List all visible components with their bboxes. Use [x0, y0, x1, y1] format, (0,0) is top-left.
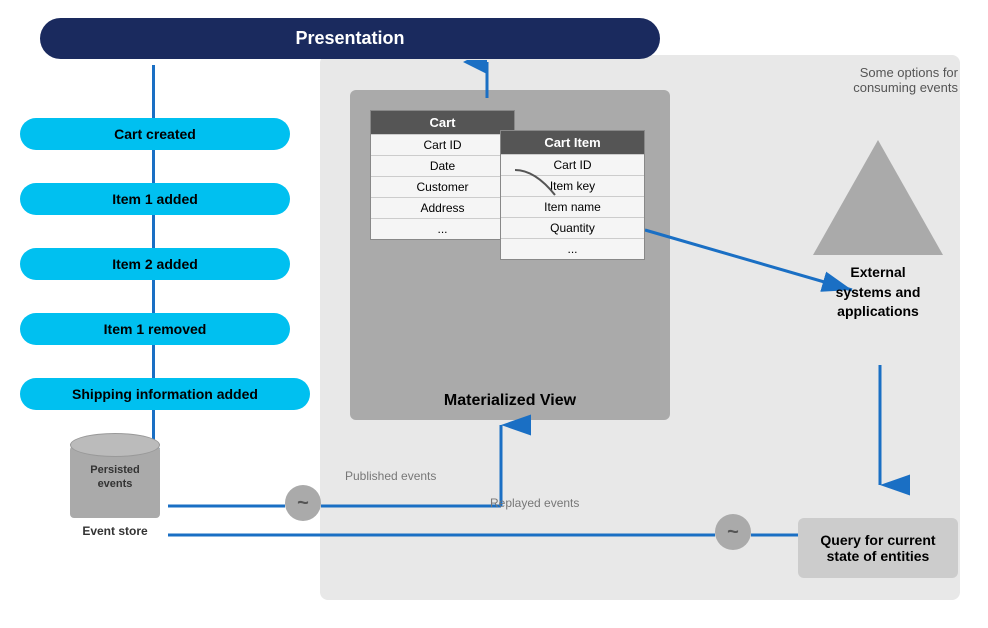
- query-box: Query for current state of entities: [798, 518, 958, 578]
- presentation-bar: Presentation: [40, 18, 660, 59]
- cart-table: Cart Cart ID Date Customer Address ...: [370, 110, 515, 240]
- mv-label: Materialized View: [350, 392, 670, 410]
- cart-row-dots: ...: [371, 218, 514, 239]
- cart-join-line: [510, 165, 560, 205]
- event-cart-created: Cart created: [20, 118, 290, 150]
- external-systems-triangle: [813, 140, 943, 255]
- event-shipping-added: Shipping information added: [20, 378, 310, 410]
- cart-row-address: Address: [371, 197, 514, 218]
- replayed-events-label: Replayed events: [490, 496, 579, 510]
- event-item1-added: Item 1 added: [20, 183, 290, 215]
- external-systems-label: Externalsystems andapplications: [813, 263, 943, 322]
- event-item2-added: Item 2 added: [20, 248, 290, 280]
- cart-table-header: Cart: [371, 111, 514, 134]
- arrow-up-to-presentation: [462, 60, 512, 100]
- cart-row-cartid: Cart ID: [371, 134, 514, 155]
- presentation-label: Presentation: [295, 28, 404, 48]
- event-store-label: Event store: [70, 524, 160, 538]
- wave-circle-1: ~: [285, 485, 321, 521]
- wave-circle-2: ~: [715, 514, 751, 550]
- published-events-label: Published events: [345, 469, 436, 483]
- diagram-container: Presentation Some options forconsuming e…: [0, 0, 988, 628]
- cart-item-table-header: Cart Item: [501, 131, 644, 154]
- cart-row-customer: Customer: [371, 176, 514, 197]
- event-item1-removed: Item 1 removed: [20, 313, 290, 345]
- cart-item-row-quantity: Quantity: [501, 217, 644, 238]
- external-systems-container: Externalsystems andapplications: [813, 140, 943, 322]
- event-store-container: Persistedevents Event store: [70, 433, 160, 538]
- cart-row-date: Date: [371, 155, 514, 176]
- cart-item-row-dots: ...: [501, 238, 644, 259]
- some-options-label: Some options forconsuming events: [853, 65, 958, 95]
